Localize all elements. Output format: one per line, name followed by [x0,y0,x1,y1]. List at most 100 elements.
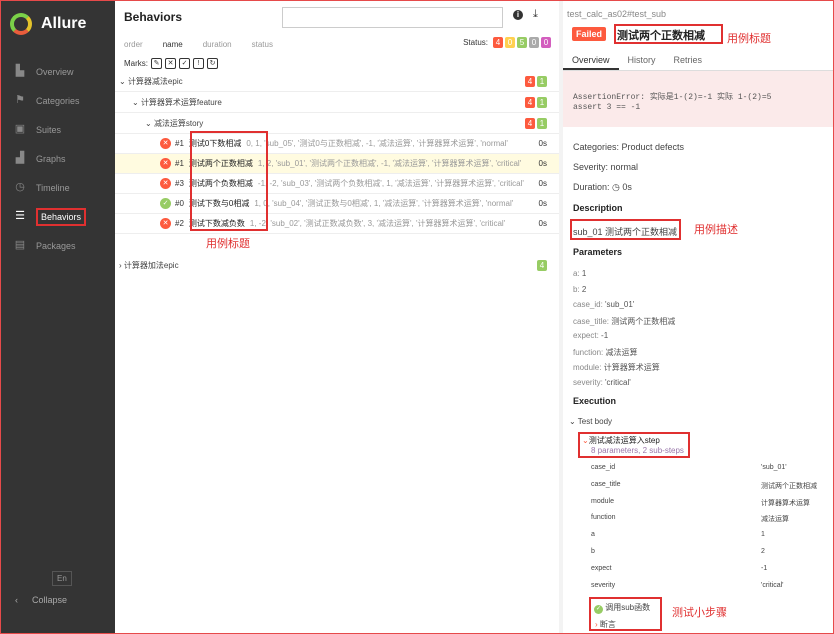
group-label: 减法运算story [153,118,204,128]
tab-retries[interactable]: Retries [665,51,712,70]
status-label: Status: [463,38,488,47]
status-unknown-toggle[interactable]: 0 [541,37,551,48]
test-row[interactable]: ✕ #1 测试0下数相减 0, 1, 'sub_05', '测试0与正数相减', -1… [115,134,559,154]
parameter-value: 2 [581,284,587,294]
sidebar-item-timeline[interactable]: ◷ Timeline [1,173,115,202]
step-param-value: 减法运算 [761,516,789,524]
parameter-value: 'critical' [605,377,631,387]
parameter-item: module: 计算器算术运算 [573,362,660,373]
marks-bar: Marks: ✎ ✕ ✓ ! ↻ [115,55,559,71]
step-toggle[interactable]: ⌄测试减法运算入step [582,435,660,446]
flaky-mark-icon[interactable]: ✎ [151,57,162,69]
error-message: AssertionError: 实际是1-(2)=-1 实际 1-(2)=5 a… [563,71,833,127]
parameter-value: -1 [601,331,609,340]
test-params: 1, 0, 'sub_04', '测试正数与0相减', 1, '减法运算', '… [254,199,514,208]
chevron-down-icon: ⌄ [119,76,128,86]
status-passed-toggle[interactable]: 5 [517,37,527,48]
error-line-1: AssertionError: 实际是1-(2)=-1 实际 1-(2)=5 [573,93,772,102]
test-list: ✕ #1 测试0下数相减 0, 1, 'sub_05', '测试0与正数相减', -1… [115,134,559,234]
parameter-key: module: [573,363,602,372]
test-row[interactable]: ✓ #0 测试下数与0相减 1, 0, 'sub_04', '测试正数与0相减', 1… [115,194,559,214]
sidebar-item-label: Overview [36,66,74,77]
new-passed-mark-icon[interactable]: ✓ [179,57,190,69]
test-params: 1, 2, 'sub_01', '测试两个正数相减', -1, '减法运算', … [257,159,522,168]
chevron-down-icon: ⌄ [132,97,141,107]
parameter-key: b: [573,284,580,294]
packages-icon: ▤ [14,239,26,251]
status-badge: Failed [572,27,607,41]
passed-count: 1 [537,118,547,129]
sidebar-item-packages[interactable]: ▤ Packages [1,231,115,260]
parameter-value: 计算器算术运算 [603,363,660,372]
collapse-button[interactable]: ‹ Collapse [15,595,67,605]
test-params: 0, 1, 'sub_05', '测试0与正数相减', -1, '减法运算', … [246,139,508,148]
description-annotation: 用例描述 [694,224,738,236]
search-input[interactable] [282,7,503,28]
logo[interactable]: Allure [1,1,115,47]
parameter-item: b: 2 [573,285,586,294]
status-failed-toggle[interactable]: 4 [493,37,503,48]
language-switch[interactable]: En [52,571,72,586]
tree-group-story[interactable]: ⌄ 减法运算story 41 [115,113,559,134]
tree-group-epic-2[interactable]: › 计算器加法epic 4 [115,255,559,276]
sort-order[interactable]: order [124,40,143,49]
status-filter: Status: 4 0 5 0 0 [463,37,551,48]
test-result-panel: test_calc_as02#test_sub Failed 测试两个正数相减 … [563,1,833,633]
test-name: 测试两个负数相减 [188,179,253,188]
sort-name[interactable]: name [163,40,183,49]
tab-history[interactable]: History [619,51,665,70]
new-broken-mark-icon[interactable]: ! [193,57,204,69]
suites-icon: ▣ [14,123,26,135]
step-param-key: module [591,497,614,505]
group-label: 计算器加法epic [123,261,179,270]
failed-count: 4 [525,97,535,108]
group-label: 计算器减法epic [127,76,183,86]
parameter-key: case_id: [573,300,603,309]
substep-label: 断言 [599,620,616,629]
behaviors-icon: ☰ [15,210,25,222]
test-number: #1 [175,139,184,148]
download-icon[interactable]: ⤓ [533,8,538,21]
sort-status[interactable]: status [252,40,273,49]
info-icon[interactable]: i [513,10,523,20]
substep-1[interactable]: ✓ 调用sub函数 [594,602,650,614]
test-row[interactable]: ✕ #3 测试两个负数相减 -1, -2, 'sub_03', '测试两个负数相减',… [115,174,559,194]
new-failed-mark-icon[interactable]: ✕ [165,57,176,69]
parameter-key: function: [573,347,604,357]
categories: Categories: Product defects [573,142,685,152]
test-row[interactable]: ✕ #1 测试两个正数相减 1, 2, 'sub_01', '测试两个正数相减', -… [115,154,559,174]
test-duration: 0s [538,179,547,188]
chevron-right-icon: › [595,620,598,629]
passed-count: 4 [537,260,547,271]
substep-2[interactable]: › 断言 [595,619,616,630]
sidebar-item-overview[interactable]: ▙ Overview [1,57,115,86]
step-param-key: severity [591,581,616,589]
parameter-value: 测试两个正数相减 [611,316,676,326]
sidebar-item-suites[interactable]: ▣ Suites [1,115,115,144]
test-row[interactable]: ✕ #2 测试下数减负数 1, -2, 'sub_02', '测试正数减负数', 3,… [115,214,559,234]
parameter-item: case_title: 测试两个正数相减 [573,316,675,327]
sidebar-item-behaviors[interactable]: ☰ Behaviors [1,202,115,231]
test-params: -1, -2, 'sub_03', '测试两个负数相减', 1, '减法运算',… [257,179,524,188]
result-tabs: Overview History Retries [563,51,833,71]
sidebar-item-graphs[interactable]: ▟ Graphs [1,144,115,173]
tab-overview[interactable]: Overview [563,51,619,70]
marks-label: Marks: [124,58,148,68]
failed-icon: ✕ [160,218,171,229]
substep-label: 调用sub函数 [605,603,651,612]
parameter-item: case_id: 'sub_01' [573,300,634,309]
retries-mark-icon[interactable]: ↻ [207,57,218,69]
sort-duration[interactable]: duration [203,40,232,49]
step-param-value: -1 [761,564,768,572]
substep-annotation: 测试小步骤 [672,607,727,619]
test-body-toggle[interactable]: ⌄ Test body [569,417,612,426]
tree-group-feature[interactable]: ⌄ 计算器算术运算feature 41 [115,92,559,113]
status-broken-toggle[interactable]: 0 [505,37,515,48]
tree-group-epic[interactable]: ⌄ 计算器减法epic 41 [115,71,559,92]
passed-icon: ✓ [160,198,171,209]
step-param-key: case_id [591,464,616,471]
status-skipped-toggle[interactable]: 0 [529,37,539,48]
sidebar-item-categories[interactable]: ⚑ Categories [1,86,115,115]
parameters-heading: Parameters [573,247,623,257]
